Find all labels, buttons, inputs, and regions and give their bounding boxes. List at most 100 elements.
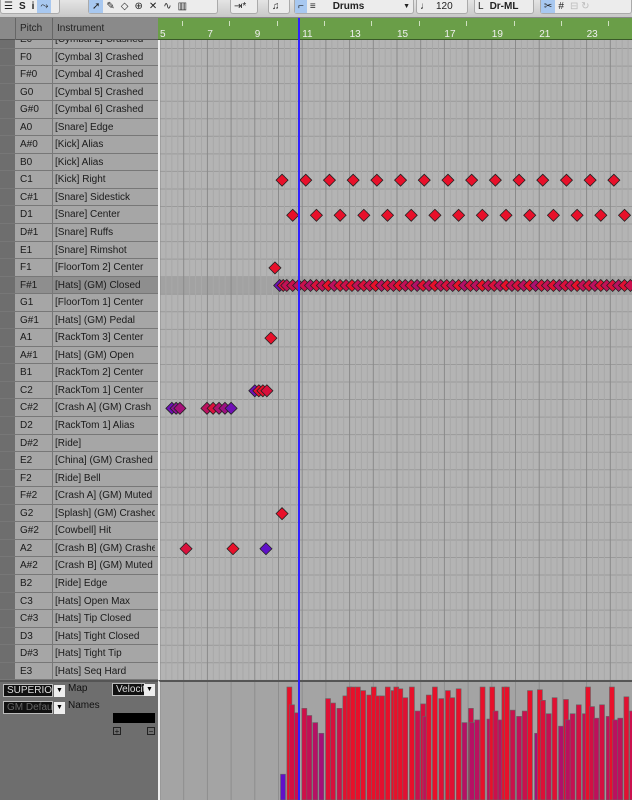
nudge-group[interactable]: ⇥* — [230, 0, 258, 14]
row-mute-strip[interactable] — [0, 557, 15, 574]
scissors-icon[interactable]: ✂ — [541, 0, 556, 13]
length-select[interactable]: L Dr-ML — [474, 0, 534, 14]
row-mute-strip[interactable] — [0, 241, 15, 259]
instrument-row[interactable]: G1 [FloorTom 1] Center — [0, 294, 158, 312]
add-lane-button[interactable]: + — [113, 727, 121, 736]
instrument-row[interactable]: D2 [RackTom 1] Alias — [0, 417, 158, 435]
playhead[interactable] — [297, 18, 300, 800]
solo-button[interactable]: S — [16, 0, 29, 13]
lanes-icon[interactable]: ≡ — [307, 0, 319, 13]
drum-map-track-select[interactable]: Drums — [319, 0, 400, 13]
instrument-row[interactable]: C2 [RackTom 1] Center — [0, 381, 158, 400]
instrument-row[interactable]: C3 [Hats] Open Max — [0, 592, 158, 611]
row-mute-strip[interactable] — [0, 399, 15, 417]
row-mute-strip[interactable] — [0, 136, 15, 153]
row-mute-strip[interactable] — [0, 48, 15, 66]
row-mute-strip[interactable] — [0, 153, 15, 171]
velocity-lane[interactable] — [158, 680, 632, 800]
instrument-row[interactable]: A2 [Crash B] (GM) Crashed — [0, 539, 158, 558]
note-grid[interactable] — [158, 40, 632, 680]
row-mute-strip[interactable] — [0, 504, 15, 522]
row-mute-strip[interactable] — [0, 539, 15, 557]
zoom-tool-icon[interactable]: ⊕ — [131, 0, 145, 13]
instrument-row[interactable]: C#3 [Hats] Tip Closed — [0, 610, 158, 628]
row-mute-strip[interactable] — [0, 206, 15, 224]
instrument-row[interactable]: B1 [RackTom 2] Center — [0, 364, 158, 382]
instrument-row[interactable]: A#0 [Kick] Alias — [0, 136, 158, 154]
instrument-row[interactable]: E1 [Snare] Rimshot — [0, 241, 158, 260]
row-mute-strip[interactable] — [0, 83, 15, 101]
pitch-column-header[interactable]: Pitch — [15, 18, 52, 40]
autoscroll-icon[interactable]: ⤳ — [37, 0, 52, 13]
instrument-row[interactable]: G#2 [Cowbell] Hit — [0, 522, 158, 540]
instrument-row[interactable]: G2 [Splash] (GM) Crashed — [0, 504, 158, 523]
snap-icon[interactable]: ⌐ — [295, 0, 307, 13]
instrument-row[interactable]: F#0 [Cymbal 4] Crashed — [0, 66, 158, 84]
eraser-tool-icon[interactable]: ◇ — [118, 0, 132, 13]
row-mute-strip[interactable] — [0, 434, 15, 452]
row-mute-strip[interactable] — [0, 645, 15, 662]
row-mute-strip[interactable] — [0, 522, 15, 539]
row-mute-strip[interactable] — [0, 101, 15, 118]
row-mute-strip[interactable] — [0, 311, 15, 329]
chevron-down-icon[interactable]: ▼ — [144, 684, 155, 696]
instrument-row[interactable]: A#2 [Crash B] (GM) Muted — [0, 557, 158, 575]
chevron-down-icon[interactable]: ▼ — [400, 0, 413, 13]
row-mute-strip[interactable] — [0, 364, 15, 381]
instrument-row[interactable]: D#3 [Hats] Tight Tip — [0, 645, 158, 663]
row-mute-strip[interactable] — [0, 487, 15, 504]
chevron-down-icon[interactable]: ▼ — [54, 685, 65, 697]
line-tool-icon[interactable]: ∿ — [160, 0, 174, 13]
nudge-icon[interactable]: ⇥* — [231, 0, 249, 13]
audition-icon[interactable]: ♫ — [268, 0, 290, 14]
row-mute-strip[interactable] — [0, 294, 15, 311]
row-mute-strip[interactable] — [0, 627, 15, 645]
row-mute-strip[interactable] — [0, 417, 15, 434]
row-mute-strip[interactable] — [0, 592, 15, 610]
row-mute-strip[interactable] — [0, 662, 15, 680]
pencil-tool-icon[interactable]: ✎ — [103, 0, 117, 13]
instrument-row[interactable]: E0 [Cymbal 2] Crashed — [0, 40, 158, 49]
row-mute-strip[interactable] — [0, 188, 15, 206]
instrument-row[interactable]: F1 [FloorTom 2] Center — [0, 259, 158, 277]
instrument-row[interactable]: F#2 [Crash A] (GM) Muted — [0, 487, 158, 505]
timewarp-tool-icon[interactable]: ▥ — [175, 0, 190, 13]
instrument-row[interactable]: D1 [Snare] Center — [0, 206, 158, 225]
row-mute-strip[interactable] — [0, 346, 15, 364]
grid-icon[interactable]: # — [555, 0, 567, 13]
instrument-row[interactable]: E2 [China] (GM) Crashed — [0, 452, 158, 470]
instrument-row[interactable]: D#1 [Snare] Ruffs — [0, 224, 158, 242]
chevron-down-icon[interactable]: ▼ — [54, 702, 65, 714]
row-mute-strip[interactable] — [0, 259, 15, 276]
row-mute-strip[interactable] — [0, 224, 15, 241]
row-mute-strip[interactable] — [0, 276, 15, 294]
instrument-row[interactable]: A1 [RackTom 3] Center — [0, 329, 158, 347]
instrument-row[interactable]: B0 [Kick] Alias — [0, 153, 158, 172]
row-mute-strip[interactable] — [0, 118, 15, 136]
instrument-row[interactable]: D3 [Hats] Tight Closed — [0, 627, 158, 646]
instrument-row[interactable]: E3 [Hats] Seq Hard — [0, 662, 158, 680]
instrument-row[interactable]: G0 [Cymbal 5] Crashed — [0, 83, 158, 102]
row-mute-strip[interactable] — [0, 574, 15, 592]
row-mute-strip[interactable] — [0, 40, 15, 48]
instrument-row[interactable]: B2 [Ride] Edge — [0, 574, 158, 593]
mute-tool-icon[interactable]: ✕ — [146, 0, 160, 13]
instrument-row[interactable]: F2 [Ride] Bell — [0, 469, 158, 488]
instrument-row[interactable]: C#2 [Crash A] (GM) Crash — [0, 399, 158, 418]
row-mute-strip[interactable] — [0, 452, 15, 469]
instrument-row[interactable]: F0 [Cymbal 3] Crashed — [0, 48, 158, 67]
row-mute-strip[interactable] — [0, 469, 15, 487]
pointer-tool-icon[interactable]: ➚ — [89, 0, 104, 13]
instrument-row[interactable]: G#1 [Hats] (GM) Pedal — [0, 311, 158, 330]
controller-lane-select[interactable]: Velocit — [112, 683, 145, 696]
list-icon[interactable]: ☰ — [1, 0, 16, 13]
instrument-row[interactable]: G#0 [Cymbal 6] Crashed — [0, 101, 158, 119]
quantize-select[interactable]: ♩ 120 — [416, 0, 468, 14]
row-mute-strip[interactable] — [0, 610, 15, 627]
row-mute-strip[interactable] — [0, 381, 15, 399]
row-mute-strip[interactable] — [0, 171, 15, 188]
info-button[interactable]: i — [29, 0, 38, 13]
names-select[interactable]: GM Defau — [3, 701, 53, 714]
ruler[interactable]: 5 7 9 11 13 15 17 19 21 23 — [158, 18, 632, 40]
instrument-row[interactable]: C1 [Kick] Right — [0, 171, 158, 189]
